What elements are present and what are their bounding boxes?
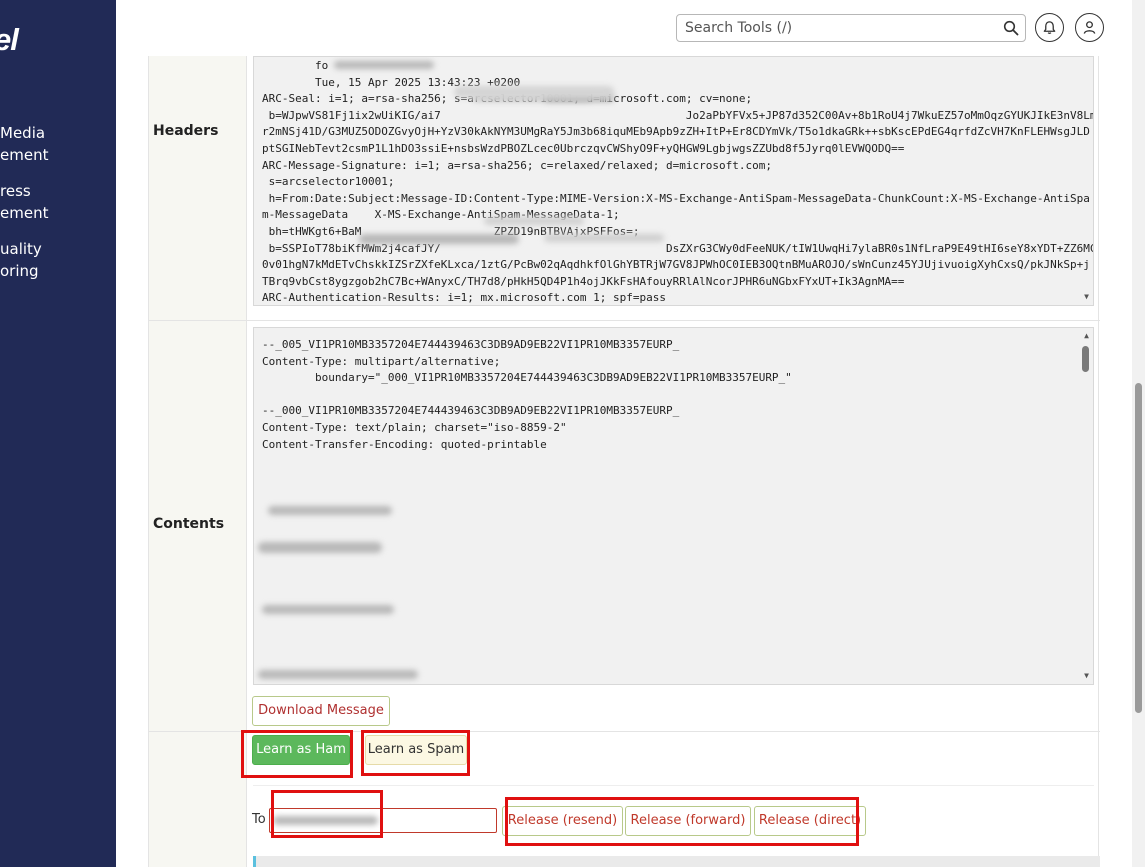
info-bar <box>253 856 1100 867</box>
contents-label-cell: Contents <box>149 321 247 731</box>
download-message-button[interactable]: Download Message <box>252 696 390 726</box>
contents-textarea[interactable]: --_005_VI1PR10MB3357204E744439463C3DB9AD… <box>253 327 1094 685</box>
textarea-scrollbar-thumb[interactable] <box>1082 346 1089 372</box>
scroll-down-arrow[interactable]: ▼ <box>1084 671 1089 680</box>
headers-label-cell: Headers <box>149 56 247 320</box>
sidebar-item-media-management[interactable]: Media ement <box>0 122 48 166</box>
top-bar <box>116 0 1132 56</box>
release-direct-button[interactable]: Release (direct) <box>754 806 866 836</box>
text-line: Content-Type: text/plain; charset="iso-8… <box>262 421 567 434</box>
text-line: b=WJpwVS81Fj1ix2wUiKIG/ai7 Jo2aPbYFVx5+J… <box>262 108 1094 122</box>
sidebar: el Media ement ress ement uality oring <box>0 0 116 867</box>
text-line: Content-Transfer-Encoding: quoted-printa… <box>262 437 547 451</box>
text-line: fo <box>262 59 329 72</box>
text-line: h=From:Date:Subject:Message-ID:Content-T… <box>262 191 1090 205</box>
scroll-up-arrow[interactable]: ▲ <box>1084 331 1089 340</box>
release-forward-button[interactable]: Release (forward) <box>625 806 751 836</box>
user-icon <box>1083 21 1096 34</box>
page-scrollbar-thumb[interactable] <box>1135 383 1142 713</box>
text-line: boundary="_000_VI1PR10MB3357204E74443946… <box>262 371 792 385</box>
search-box <box>676 14 1026 42</box>
text-line: 0v01hgN7kMdETvChskkIZSrZXfeKLxca/1ztG/Pc… <box>262 258 1090 272</box>
sidebar-item-address-management[interactable]: ress ement <box>0 180 48 224</box>
user-menu-button[interactable] <box>1075 13 1104 42</box>
search-input[interactable] <box>677 15 997 41</box>
actions-label-cell <box>149 732 247 867</box>
release-resend-button[interactable]: Release (resend) <box>502 806 623 836</box>
page-scrollbar[interactable] <box>1132 0 1145 867</box>
message-detail-table: Headers fo Tue, 15 Apr 2025 13:43:23 +02… <box>148 56 1100 867</box>
text-line: ptSGINebTevt2csmP1L1hDO3ssiE+nsbsWzdPBOZ… <box>262 142 905 155</box>
text-line: s=arcselector10001; <box>262 175 395 189</box>
text-line: ARC-Message-Signature: i=1; a=rsa-sha256… <box>262 158 772 172</box>
learn-as-ham-button[interactable]: Learn as Ham <box>252 735 350 765</box>
headers-label: Headers <box>153 123 219 139</box>
scroll-down-arrow[interactable]: ▼ <box>1084 292 1089 301</box>
logo[interactable]: el <box>0 22 19 58</box>
text-line: r2mNSj41D/G3MUZ5ODOZGvyOjH+YzV30kAkNYM3U… <box>262 125 1090 139</box>
text-line: Content-Type: multipart/alternative; <box>262 354 501 368</box>
sidebar-item-quality-monitoring[interactable]: uality oring <box>0 238 42 282</box>
text-line: ARC-Authentication-Results: i=1; mx.micr… <box>262 291 666 305</box>
text-line: --_005_VI1PR10MB3357204E744439463C3DB9AD… <box>262 338 680 351</box>
sidebar-item-label: Media <box>0 124 46 142</box>
contents-label: Contents <box>153 516 225 532</box>
text-line: --_000_VI1PR10MB3357204E744439463C3DB9AD… <box>262 404 680 418</box>
notifications-button[interactable] <box>1035 13 1064 42</box>
sidebar-item-label: uality <box>0 240 42 258</box>
sidebar-item-label: ress <box>0 182 31 200</box>
text-line: TBrq9vbCst8ygzgob2hC7Bc+WAnyxC/TH7d8/pHk… <box>262 274 905 288</box>
learn-as-spam-button[interactable]: Learn as Spam <box>365 735 467 765</box>
bell-icon <box>1043 21 1056 35</box>
headers-textarea[interactable]: fo Tue, 15 Apr 2025 13:43:23 +0200 ARC-Se… <box>253 56 1094 306</box>
to-label: To <box>252 812 266 827</box>
search-icon[interactable] <box>1003 20 1019 36</box>
sidebar-item-label: oring <box>0 262 39 280</box>
sidebar-item-label: ement <box>0 204 49 222</box>
sidebar-item-label: ement <box>0 146 49 164</box>
